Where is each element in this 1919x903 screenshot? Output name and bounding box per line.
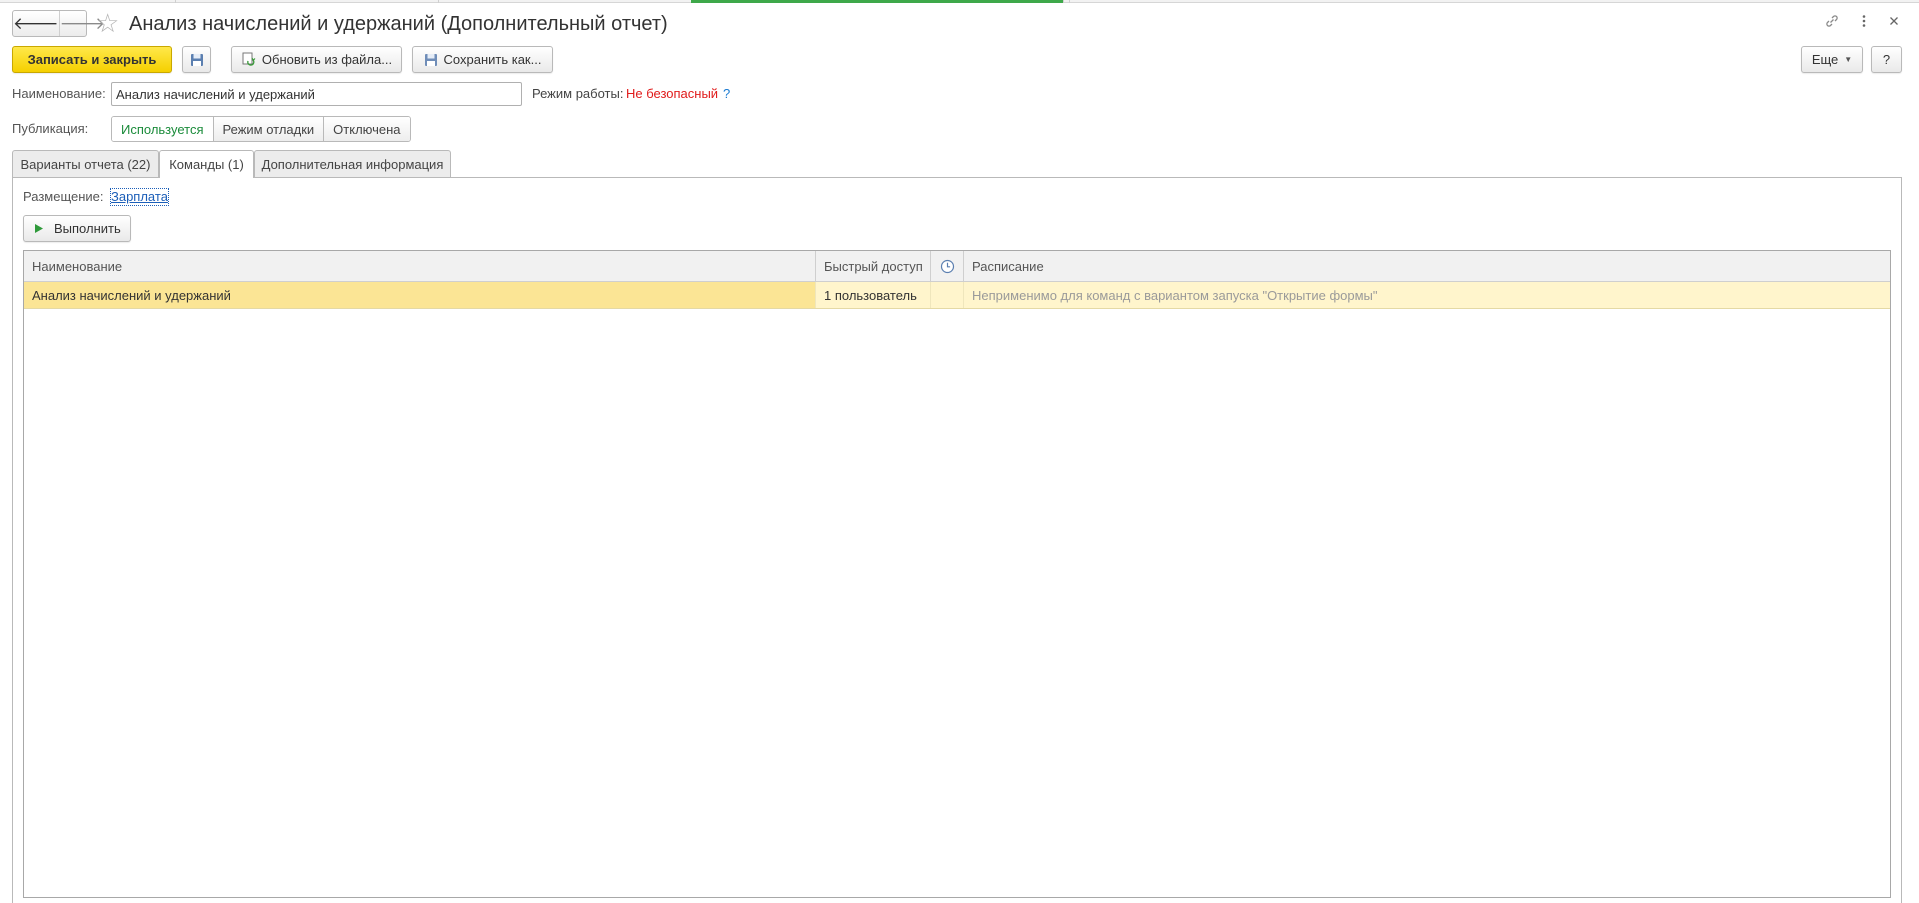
publication-selector: Используется Режим отладки Отключена <box>111 116 411 142</box>
tab-additional-info[interactable]: Дополнительная информация <box>254 150 451 177</box>
help-label: ? <box>1882 52 1891 67</box>
star-icon[interactable]: ☆ <box>96 9 119 37</box>
placement-link[interactable]: Зарплата <box>110 188 169 206</box>
column-header-schedule[interactable]: Расписание <box>964 251 1890 281</box>
navigation-buttons: 🡐 🡒 <box>12 10 105 37</box>
more-label: Еще <box>1811 52 1839 67</box>
name-label: Наименование: <box>12 86 106 101</box>
run-button[interactable]: Выполнить <box>23 215 131 242</box>
commands-table: Наименование Быстрый доступ Расписание А… <box>23 250 1891 898</box>
clock-icon <box>940 259 955 274</box>
row-quick-access-cell[interactable]: 1 пользователь <box>816 282 931 308</box>
window-tab[interactable] <box>438 0 692 3</box>
save-as-button[interactable]: Сохранить как... <box>412 46 553 73</box>
run-label: Выполнить <box>54 221 121 236</box>
help-button[interactable]: ? <box>1871 46 1902 73</box>
mode-value: Не безопасный <box>626 86 719 101</box>
publication-label: Публикация: <box>12 121 89 136</box>
window-tab-strip <box>0 0 1919 3</box>
update-from-file-label: Обновить из файла... <box>261 52 393 67</box>
play-icon <box>34 223 44 234</box>
row-name-cell[interactable]: Анализ начислений и удержаний <box>24 282 816 308</box>
tab-commands[interactable]: Команды (1) <box>159 150 254 178</box>
publication-option-disabled[interactable]: Отключена <box>323 117 410 141</box>
table-header: Наименование Быстрый доступ Расписание <box>24 251 1890 282</box>
more-button[interactable]: Еще ▼ <box>1801 46 1863 73</box>
save-as-icon <box>424 53 438 67</box>
publication-option-used[interactable]: Используется <box>112 117 213 141</box>
save-button[interactable] <box>182 46 211 73</box>
chevron-down-icon: ▼ <box>1844 55 1853 64</box>
back-button[interactable]: 🡐 <box>13 11 59 36</box>
kebab-menu-icon[interactable] <box>1860 13 1868 35</box>
window-tab-active[interactable] <box>691 0 1064 3</box>
link-icon[interactable] <box>1824 13 1840 35</box>
save-and-close-button[interactable]: Записать и закрыть <box>12 46 172 73</box>
tab-report-variants[interactable]: Варианты отчета (22) <box>12 150 159 177</box>
save-and-close-label: Записать и закрыть <box>27 52 157 67</box>
update-from-file-icon <box>241 52 256 67</box>
window-tab[interactable] <box>1063 0 1070 3</box>
mode-label: Режим работы: <box>532 86 624 101</box>
window-tab[interactable] <box>0 0 176 3</box>
table-row[interactable]: Анализ начислений и удержаний 1 пользова… <box>24 282 1890 309</box>
arrow-left-icon: 🡐 <box>13 13 59 33</box>
save-as-label: Сохранить как... <box>443 52 542 67</box>
column-header-schedule-flag[interactable] <box>931 251 964 281</box>
column-header-quick-access[interactable]: Быстрый доступ <box>816 251 931 281</box>
window-tab[interactable] <box>175 0 439 3</box>
row-schedule-flag-cell[interactable] <box>931 282 964 308</box>
update-from-file-button[interactable]: Обновить из файла... <box>231 46 402 73</box>
name-input[interactable] <box>111 82 522 106</box>
floppy-disk-icon <box>190 53 204 67</box>
mode-help-link[interactable]: ? <box>723 86 730 102</box>
row-schedule-cell[interactable]: Неприменимо для команд с вариантом запус… <box>964 282 1890 308</box>
column-header-name[interactable]: Наименование <box>24 251 816 281</box>
page-title: Анализ начислений и удержаний (Дополните… <box>129 13 668 35</box>
publication-option-debug[interactable]: Режим отладки <box>212 117 324 141</box>
close-icon[interactable] <box>1888 13 1900 35</box>
placement-label: Размещение: <box>23 189 104 204</box>
